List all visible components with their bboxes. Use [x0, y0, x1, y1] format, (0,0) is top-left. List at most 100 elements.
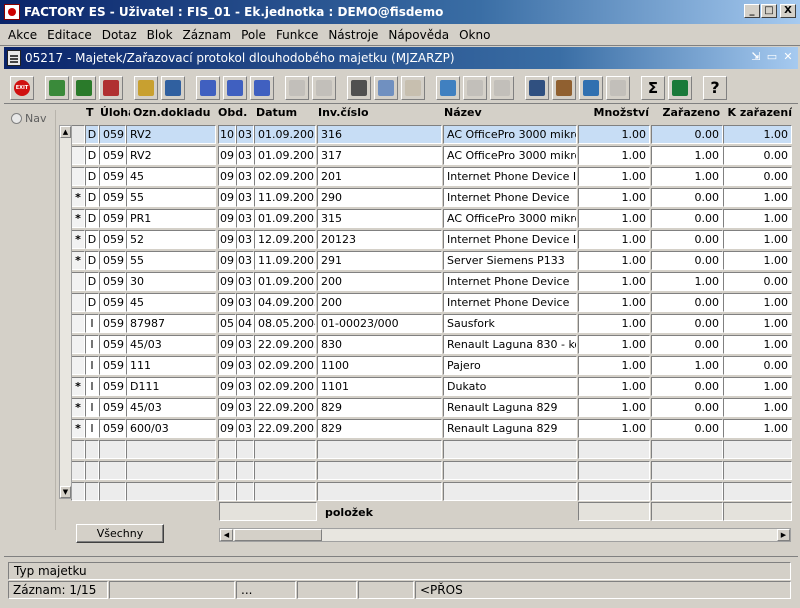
cell-obd2[interactable]: 03 — [236, 125, 254, 144]
sort-asc-icon[interactable] — [196, 75, 220, 100]
cell-zarazeno[interactable]: 1.00 — [651, 167, 723, 186]
cell-zarazeno[interactable] — [651, 440, 723, 459]
cell-datum[interactable]: 04.09.2003 — [254, 293, 316, 312]
cell-obd2[interactable] — [236, 461, 254, 480]
cell-inv[interactable]: 290 — [317, 188, 442, 207]
cell-datum[interactable]: 02.09.2003 — [254, 167, 316, 186]
cell-datum[interactable] — [254, 461, 316, 480]
chart-icon[interactable] — [579, 75, 603, 100]
search-icon[interactable] — [436, 75, 460, 100]
cell-kzarazeni[interactable]: 0.00 — [723, 356, 792, 375]
cell-nazev[interactable]: Renault Laguna 829 — [443, 419, 577, 438]
cell-datum[interactable] — [254, 440, 316, 459]
cell-mnozstvi[interactable]: 1.00 — [578, 335, 650, 354]
cell-mnozstvi[interactable]: 1.00 — [578, 251, 650, 270]
cell-datum[interactable]: 01.09.2003 — [254, 272, 316, 291]
cell-obd1[interactable]: 09 — [218, 188, 236, 207]
cell-mnozstvi[interactable]: 1.00 — [578, 230, 650, 249]
cell-kzarazeni[interactable]: 0.00 — [723, 146, 792, 165]
cell-zarazeno[interactable]: 0.00 — [651, 419, 723, 438]
cell-nazev[interactable]: Dukato — [443, 377, 577, 396]
cell-kzarazeni[interactable] — [723, 440, 792, 459]
cell-ozn[interactable] — [126, 461, 216, 480]
cell-inv[interactable]: 200 — [317, 293, 442, 312]
cell-obd1[interactable]: 09 — [218, 167, 236, 186]
cell-datum[interactable]: 08.05.2004 — [254, 314, 316, 333]
cell-ozn[interactable]: RV2 — [126, 125, 216, 144]
cell-obd2[interactable]: 03 — [236, 293, 254, 312]
cell-zarazeno[interactable]: 0.00 — [651, 314, 723, 333]
cell-nazev[interactable] — [443, 482, 577, 501]
header-zarazeno[interactable]: Zařazeno — [652, 106, 721, 124]
cell-t[interactable]: I — [85, 314, 99, 333]
cell-uloha[interactable]: 059 — [99, 293, 126, 312]
cell-uloha[interactable]: 059 — [99, 167, 126, 186]
menu-item-8[interactable]: Nápověda — [383, 28, 454, 42]
minimize-button[interactable]: _ — [744, 4, 760, 18]
cell-obd1[interactable]: 09 — [218, 146, 236, 165]
cell-t[interactable]: D — [85, 251, 99, 270]
cell-star[interactable]: * — [71, 377, 85, 396]
cell-star[interactable]: * — [71, 251, 85, 270]
menu-item-7[interactable]: Nástroje — [323, 28, 383, 42]
cell-datum[interactable]: 11.09.2003 — [254, 251, 316, 270]
horizontal-scrollbar[interactable]: ◀ ▶ — [219, 528, 791, 542]
cell-uloha[interactable]: 059 — [99, 377, 126, 396]
cell-obd2[interactable]: 03 — [236, 188, 254, 207]
cell-mnozstvi[interactable]: 1.00 — [578, 419, 650, 438]
cell-obd1[interactable] — [218, 482, 236, 501]
cell-obd1[interactable]: 10 — [218, 125, 236, 144]
cell-obd1[interactable]: 09 — [218, 419, 236, 438]
cell-zarazeno[interactable]: 0.00 — [651, 125, 723, 144]
menu-item-0[interactable]: Akce — [0, 28, 42, 42]
cell-datum[interactable]: 11.09.2003 — [254, 188, 316, 207]
nav-radio[interactable] — [11, 113, 22, 124]
cell-t[interactable]: I — [85, 419, 99, 438]
header-obd[interactable]: Obd. — [218, 106, 254, 124]
header-uloha[interactable]: Úloha — [100, 106, 130, 124]
cell-kzarazeni[interactable]: 1.00 — [723, 125, 792, 144]
cell-obd2[interactable]: 03 — [236, 209, 254, 228]
cell-nazev[interactable]: Internet Phone Device — [443, 188, 577, 207]
cell-mnozstvi[interactable]: 1.00 — [578, 377, 650, 396]
cell-kzarazeni[interactable]: 1.00 — [723, 230, 792, 249]
cell-obd2[interactable]: 03 — [236, 272, 254, 291]
cell-ozn[interactable]: 45 — [126, 293, 216, 312]
form-close-button[interactable]: ✕ — [782, 50, 794, 63]
cell-t[interactable] — [85, 482, 99, 501]
cell-uloha[interactable] — [99, 440, 126, 459]
sort-desc-icon[interactable] — [223, 75, 247, 100]
cell-datum[interactable]: 01.09.2003 — [254, 209, 316, 228]
cell-ozn[interactable]: 45 — [126, 167, 216, 186]
cell-obd2[interactable]: 03 — [236, 167, 254, 186]
calculator-icon[interactable] — [525, 75, 549, 100]
cell-inv[interactable]: 20123 — [317, 230, 442, 249]
cell-obd1[interactable]: 09 — [218, 377, 236, 396]
cell-kzarazeni[interactable]: 1.00 — [723, 314, 792, 333]
scroll-up-icon[interactable]: ▲ — [60, 126, 71, 138]
cell-uloha[interactable]: 059 — [99, 146, 126, 165]
cell-star[interactable] — [71, 335, 85, 354]
cell-datum[interactable]: 02.09.2003 — [254, 377, 316, 396]
cell-obd1[interactable]: 09 — [218, 356, 236, 375]
cell-nazev[interactable] — [443, 461, 577, 480]
header-k-zarazeni[interactable]: K zařazení — [724, 106, 793, 124]
print-preview-icon[interactable] — [312, 75, 336, 100]
cell-nazev[interactable]: Internet Phone Device — [443, 272, 577, 291]
scroll-thumb[interactable] — [234, 529, 322, 541]
cell-inv[interactable] — [317, 482, 442, 501]
cell-uloha[interactable] — [99, 482, 126, 501]
cell-inv[interactable]: 1101 — [317, 377, 442, 396]
cell-zarazeno[interactable]: 0.00 — [651, 377, 723, 396]
cell-obd1[interactable]: 09 — [218, 398, 236, 417]
cell-t[interactable]: D — [85, 293, 99, 312]
execute-query-icon[interactable] — [161, 75, 185, 100]
cell-star[interactable]: * — [71, 398, 85, 417]
cell-kzarazeni[interactable]: 1.00 — [723, 335, 792, 354]
cell-kzarazeni[interactable]: 1.00 — [723, 188, 792, 207]
cell-nazev[interactable]: Internet Phone Device II. — [443, 167, 577, 186]
sort-multi-icon[interactable] — [250, 75, 274, 100]
cell-uloha[interactable] — [99, 461, 126, 480]
cell-t[interactable]: I — [85, 377, 99, 396]
scroll-down-icon[interactable]: ▼ — [60, 486, 71, 498]
